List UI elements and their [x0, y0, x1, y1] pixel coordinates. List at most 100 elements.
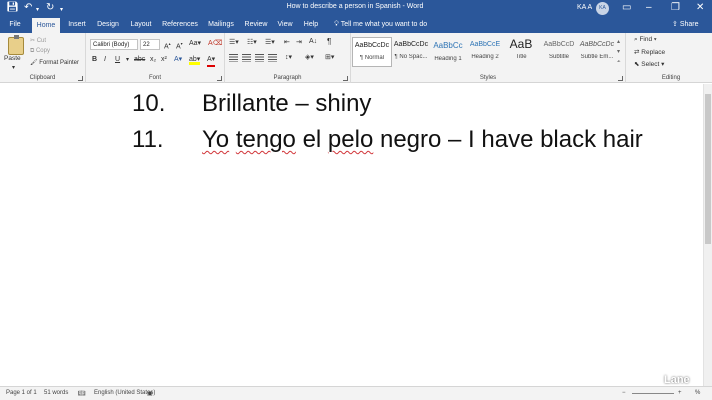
tab-help[interactable]: Help — [299, 17, 323, 33]
styles-scroll: ▴ ▾ ⩡ — [617, 37, 620, 67]
misspelled-word[interactable]: pelo — [328, 126, 373, 153]
align-left-icon[interactable] — [229, 54, 238, 62]
paste-icon[interactable] — [8, 35, 24, 55]
numbering-icon[interactable]: ☷▾ — [247, 38, 257, 46]
style-subtle-emphasis[interactable]: AaBbCcDc Subtle Em... — [577, 37, 617, 67]
underline-button[interactable]: U — [115, 55, 120, 65]
undo-dropdown-icon[interactable]: ▾ — [36, 4, 39, 16]
italic-button[interactable]: I — [104, 55, 106, 65]
align-center-icon[interactable] — [242, 54, 251, 62]
font-launcher-icon[interactable] — [217, 76, 222, 81]
tab-design[interactable]: Design — [93, 17, 123, 33]
avatar[interactable]: KA — [596, 2, 609, 15]
shading-icon[interactable]: ◈▾ — [305, 53, 314, 61]
close-icon[interactable]: ✕ — [696, 2, 704, 14]
subscript-icon[interactable]: x₂ — [150, 55, 156, 65]
replace-button[interactable]: ⇄ Replace — [634, 48, 665, 56]
tell-me-box[interactable]: 💡︎ Tell me what you want to do — [334, 17, 427, 33]
align-right-icon[interactable] — [255, 54, 264, 62]
bold-button[interactable]: B — [92, 55, 97, 65]
select-button[interactable]: ⬉ Select ▾ — [634, 60, 664, 68]
paragraph-group: ☰▾ ☷▾ ☰▾ ⇤ ⇥ A↓ ¶ ↕▾ ◈▾ ⊞▾ Paragraph — [225, 33, 351, 83]
style-sample: AaB — [509, 37, 533, 51]
find-button[interactable]: ⌕ Find ▾ — [634, 36, 657, 44]
save-icon[interactable]: 💾︎ — [6, 2, 19, 14]
word-count[interactable]: 51 words — [44, 390, 68, 396]
scroll-thumb[interactable] — [705, 94, 711, 244]
zoom-level[interactable]: % — [695, 390, 700, 396]
vertical-scrollbar[interactable] — [703, 84, 712, 386]
styles-more-icon[interactable]: ⩡ — [617, 57, 620, 67]
paste-label[interactable]: Paste — [4, 55, 21, 62]
paragraph-launcher-icon[interactable] — [343, 76, 348, 81]
justify-icon[interactable] — [268, 54, 277, 62]
shrink-font-icon[interactable]: A▾ — [176, 39, 183, 52]
user-name[interactable]: KA A — [577, 4, 592, 11]
change-case-icon[interactable]: Aa▾ — [189, 39, 201, 49]
proofing-icon[interactable]: 📖︎ — [78, 390, 86, 397]
redo-icon[interactable]: ↻ — [46, 2, 54, 14]
highlight-icon[interactable]: ab▾ — [189, 55, 201, 65]
paste-dropdown-icon[interactable]: ▾ — [12, 64, 15, 71]
style-no-spacing[interactable]: AaBbCcDc ¶ No Spac... — [391, 37, 431, 67]
misspelled-word[interactable]: tengo — [236, 126, 296, 153]
format-painter-button[interactable]: 🖌︎ Format Painter — [30, 59, 79, 66]
clipboard-launcher-icon[interactable] — [78, 76, 83, 81]
zoom-slider[interactable] — [632, 393, 674, 394]
minimize-icon[interactable]: – — [646, 2, 652, 14]
decrease-indent-icon[interactable]: ⇤ — [284, 38, 290, 46]
font-color-icon[interactable]: A▾ — [207, 55, 216, 67]
font-size-select[interactable]: 22 — [140, 39, 160, 50]
font-family-select[interactable]: Calibri (Body) — [90, 39, 138, 50]
share-button[interactable]: ⇪ Share — [672, 17, 699, 33]
copy-button[interactable]: ⧉ Copy — [30, 48, 50, 55]
tab-references[interactable]: References — [159, 17, 201, 33]
tab-insert[interactable]: Insert — [64, 17, 90, 33]
tab-file[interactable]: File — [6, 17, 24, 33]
underline-dropdown-icon[interactable]: ▾ — [126, 55, 129, 65]
style-heading-2[interactable]: AaBbCcE Heading 2 — [465, 37, 505, 67]
zoom-out-icon[interactable]: − — [622, 390, 626, 396]
style-name: Subtitle — [548, 54, 569, 60]
page-count[interactable]: Page 1 of 1 — [6, 390, 37, 396]
document-page[interactable]: 10. Brillante – shiny 11. Yo tengo el pe… — [0, 84, 703, 386]
multilevel-list-icon[interactable]: ☰▾ — [265, 38, 275, 46]
styles-up-icon[interactable]: ▴ — [617, 37, 620, 47]
style-title[interactable]: AaB Title — [501, 37, 541, 67]
styles-launcher-icon[interactable] — [618, 76, 623, 81]
cut-button[interactable]: ✂ Cut — [30, 37, 46, 44]
style-heading-1[interactable]: AaBbCc Heading 1 — [428, 37, 468, 67]
style-subtitle[interactable]: AaBbCcD Subtitle — [539, 37, 579, 67]
tab-layout[interactable]: Layout — [126, 17, 156, 33]
bullets-icon[interactable]: ☰▾ — [229, 38, 239, 46]
restore-icon[interactable]: ❐ — [671, 2, 680, 14]
replace-icon: ⇄ — [634, 49, 640, 56]
line-spacing-icon[interactable]: ↕▾ — [285, 53, 292, 61]
list-text: Yo tengo el pelo negro – I have black ha… — [202, 126, 643, 154]
clipboard-group: Paste ▾ ✂ Cut ⧉ Copy 🖌︎ Format Painter C… — [0, 33, 86, 83]
macro-icon[interactable]: ▣ — [147, 390, 153, 397]
share-label: Share — [679, 21, 699, 28]
clipboard-group-label: Clipboard — [29, 75, 56, 81]
strikethrough-icon[interactable]: abc — [134, 55, 145, 65]
customize-icon[interactable]: ▾ — [60, 4, 63, 16]
increase-indent-icon[interactable]: ⇥ — [296, 38, 302, 46]
tab-mailings[interactable]: Mailings — [204, 17, 238, 33]
superscript-icon[interactable]: x² — [161, 55, 167, 65]
misspelled-word[interactable]: Yo — [202, 126, 229, 153]
styles-down-icon[interactable]: ▾ — [617, 47, 620, 57]
borders-icon[interactable]: ⊞▾ — [325, 53, 334, 61]
style-normal[interactable]: AaBbCcDc ¶ Normal — [352, 37, 392, 67]
tab-review[interactable]: Review — [241, 17, 271, 33]
zoom-in-icon[interactable]: + — [678, 390, 682, 396]
sort-icon[interactable]: A↓ — [309, 38, 317, 45]
undo-icon[interactable]: ↶ — [24, 2, 32, 14]
tab-view[interactable]: View — [274, 17, 296, 33]
clear-formatting-icon[interactable]: A⌫ — [208, 39, 223, 49]
text-effects-icon[interactable]: A▾ — [174, 55, 182, 65]
ribbon-display-icon[interactable]: ▭ — [622, 2, 631, 14]
show-formatting-icon[interactable]: ¶ — [327, 37, 331, 46]
grow-font-icon[interactable]: A▴ — [164, 39, 171, 52]
tab-home[interactable]: Home — [32, 18, 60, 33]
style-sample: AaBbCcDc — [354, 42, 390, 49]
